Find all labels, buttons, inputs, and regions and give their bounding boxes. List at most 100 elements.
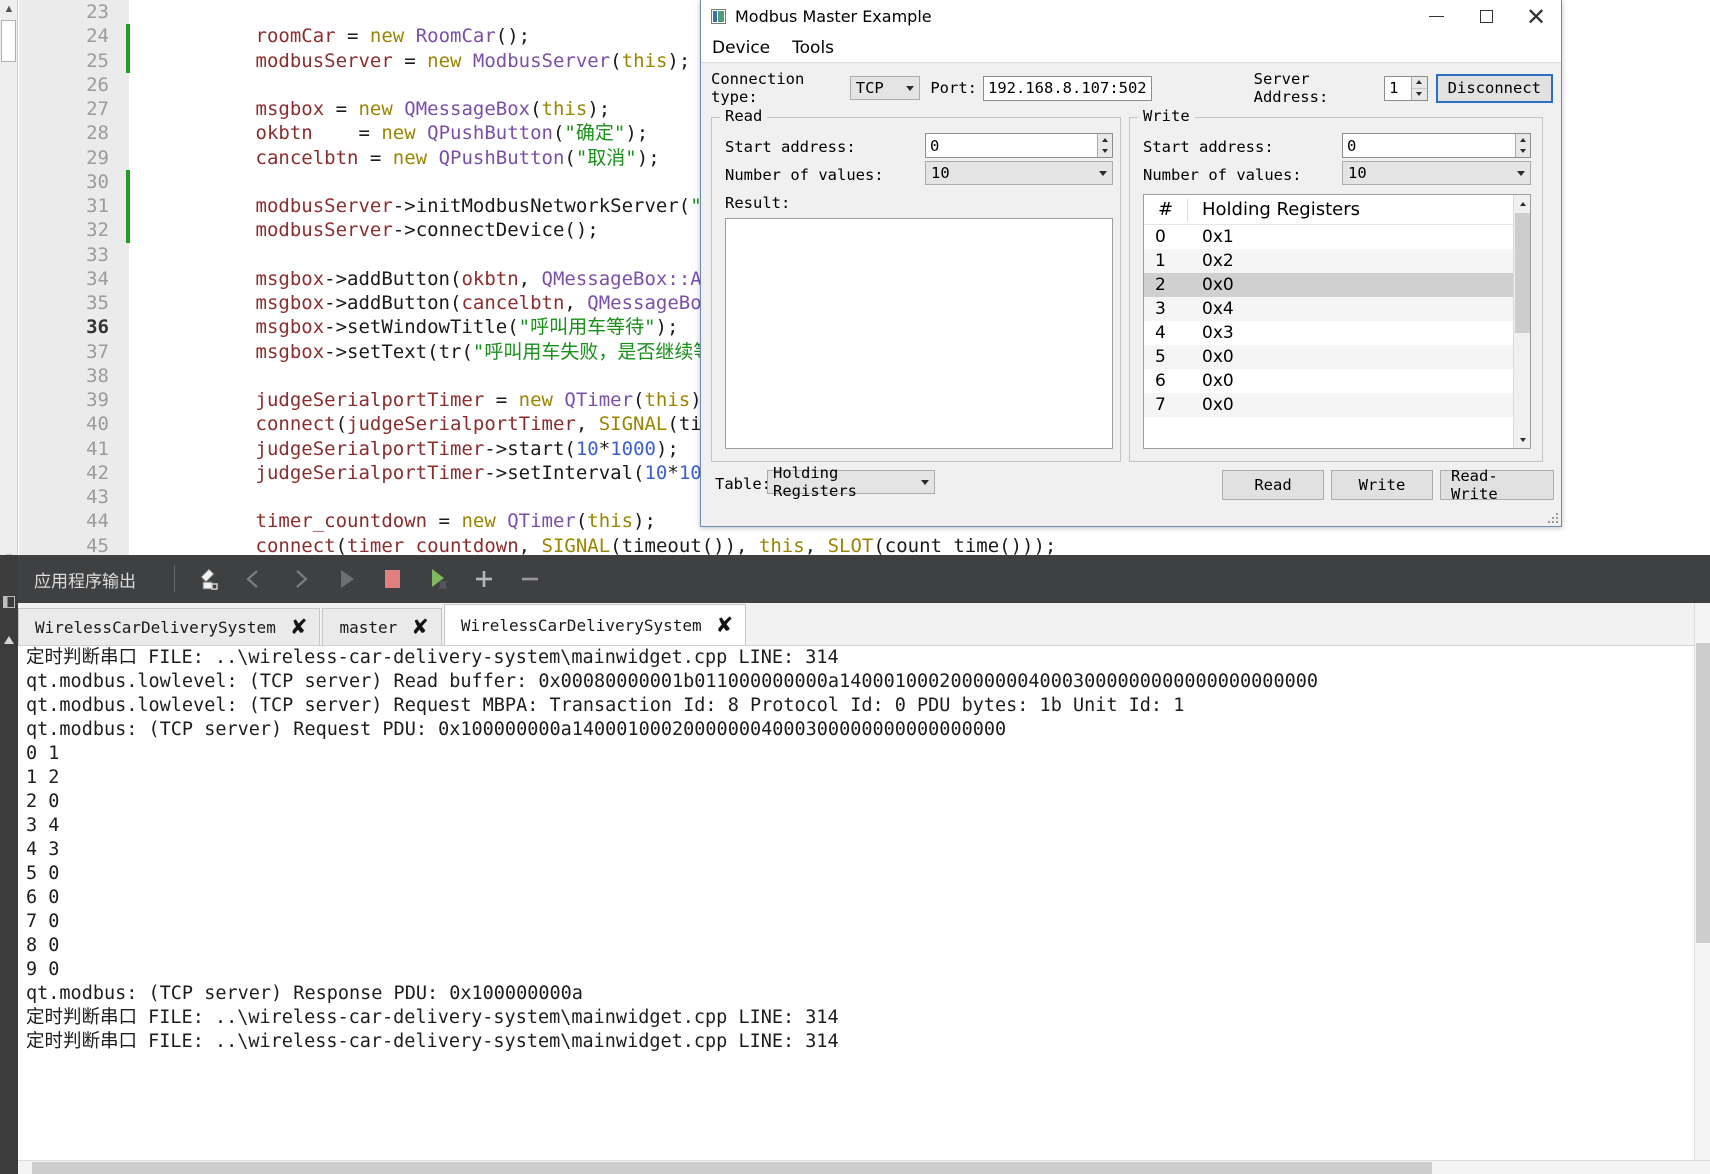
- modbus-master-dialog[interactable]: Modbus Master Example ✕ Device Tools Con…: [700, 0, 1562, 527]
- console-output[interactable]: 定时判断串口 FILE: ..\wireless-car-delivery-sy…: [18, 646, 1694, 1160]
- read-result-label: Result:: [725, 194, 791, 212]
- rail-scroll-up-icon[interactable]: [3, 633, 15, 645]
- table-row[interactable]: 0 0x1: [1144, 225, 1530, 249]
- stepper-up-icon[interactable]: [1097, 134, 1112, 146]
- zoom-in-icon[interactable]: [461, 559, 507, 599]
- output-vertical-scrollbar[interactable]: [1694, 603, 1710, 1160]
- stepper-up-icon[interactable]: [1410, 76, 1427, 89]
- version-change-marker: [126, 218, 130, 243]
- clear-output-icon[interactable]: [185, 559, 231, 599]
- next-item-icon[interactable]: [277, 559, 323, 599]
- output-tab-label: WirelessCarDeliverySystem: [35, 617, 276, 637]
- stop-icon[interactable]: [369, 559, 415, 599]
- registers-vertical-scrollbar[interactable]: [1513, 195, 1530, 448]
- table-select[interactable]: Holding Registers: [767, 464, 935, 500]
- minimize-button[interactable]: [1411, 0, 1461, 33]
- output-horizontal-scrollbar[interactable]: [18, 1160, 1710, 1174]
- close-icon[interactable]: ✘: [411, 616, 429, 638]
- editor-left-scrollbar[interactable]: ▲ ▼: [0, 0, 18, 583]
- resize-grip[interactable]: [1547, 512, 1559, 524]
- register-value[interactable]: 0x4: [1188, 299, 1234, 319]
- line-number: 23: [19, 0, 129, 25]
- server-address-stepper[interactable]: [1410, 76, 1427, 100]
- register-value[interactable]: 0x0: [1188, 347, 1234, 367]
- stepper-down-icon[interactable]: [1515, 145, 1530, 157]
- connection-type-select[interactable]: TCP: [849, 76, 921, 100]
- dialog-menubar[interactable]: Device Tools: [701, 33, 1561, 63]
- read-start-address-stepper[interactable]: [1097, 134, 1112, 157]
- server-address-spinbox[interactable]: 1: [1384, 75, 1428, 101]
- line-number: 29: [19, 145, 129, 170]
- read-start-address-label: Start address:: [725, 138, 856, 156]
- scroll-up-icon[interactable]: [1514, 195, 1530, 212]
- editor-scroll-thumb[interactable]: [1, 20, 16, 62]
- table-row[interactable]: 6 0x0: [1144, 369, 1530, 393]
- read-start-address-input[interactable]: 0: [925, 133, 1113, 158]
- stepper-down-icon[interactable]: [1097, 145, 1112, 157]
- output-tab[interactable]: WirelessCarDeliverySystem ✘: [443, 604, 747, 645]
- output-hscroll-thumb[interactable]: [32, 1162, 1432, 1174]
- line-number: 38: [19, 363, 129, 388]
- register-value[interactable]: 0x0: [1188, 275, 1234, 295]
- read-number-of-values-select[interactable]: 10: [925, 161, 1113, 185]
- menu-tools[interactable]: Tools: [789, 36, 837, 60]
- stepper-down-icon[interactable]: [1410, 88, 1427, 100]
- table-row[interactable]: 7 0x0: [1144, 393, 1530, 417]
- register-value[interactable]: 0x0: [1188, 371, 1234, 391]
- scroll-up-icon[interactable]: ▲: [2, 2, 16, 16]
- table-row[interactable]: 1 0x2: [1144, 249, 1530, 273]
- read-number-of-values-label: Number of values:: [725, 166, 884, 184]
- zoom-out-icon[interactable]: [507, 559, 553, 599]
- run-icon[interactable]: [323, 559, 369, 599]
- close-button[interactable]: ✕: [1511, 0, 1561, 33]
- read-result-box[interactable]: [725, 218, 1113, 449]
- register-value[interactable]: 0x3: [1188, 323, 1234, 343]
- menu-device[interactable]: Device: [709, 36, 773, 60]
- maximize-button[interactable]: [1461, 0, 1511, 33]
- holding-registers-table[interactable]: # Holding Registers 0 0x1 1 0x2 2 0x0 3 0x4 4 0x3…: [1143, 194, 1531, 449]
- line-number: 41: [19, 436, 129, 461]
- close-icon[interactable]: ✘: [290, 616, 308, 638]
- write-button[interactable]: Write: [1331, 470, 1433, 500]
- port-input[interactable]: 192.168.8.107:502: [983, 75, 1152, 101]
- register-value[interactable]: 0x1: [1188, 227, 1234, 247]
- table-rows[interactable]: 0 0x1 1 0x2 2 0x0 3 0x4 4 0x3 5 0x0 6 0x0 7 0x0: [1144, 225, 1530, 417]
- table-row[interactable]: 3 0x4: [1144, 297, 1530, 321]
- console-line: 7 0: [26, 911, 60, 932]
- previous-item-icon[interactable]: [231, 559, 277, 599]
- registers-scroll-thumb[interactable]: [1515, 213, 1530, 333]
- output-toolbar[interactable]: 应用程序输出: [18, 555, 1710, 603]
- line-number: 43: [19, 485, 129, 510]
- panel-icon[interactable]: [3, 595, 15, 608]
- table-row[interactable]: 2 0x0: [1144, 273, 1530, 297]
- read-write-button[interactable]: Read-Write: [1440, 467, 1554, 503]
- connection-type-label: Connection type:: [711, 70, 805, 106]
- output-vscroll-thumb[interactable]: [1696, 643, 1710, 943]
- read-start-address-value: 0: [930, 136, 940, 155]
- read-button[interactable]: Read: [1222, 470, 1324, 500]
- line-number: 35: [19, 291, 129, 316]
- table-row[interactable]: 5 0x0: [1144, 345, 1530, 369]
- output-tab[interactable]: WirelessCarDeliverySystem ✘: [18, 608, 321, 645]
- output-tab[interactable]: master ✘: [322, 608, 442, 645]
- register-value[interactable]: 0x2: [1188, 251, 1234, 271]
- close-icon[interactable]: ✘: [716, 614, 734, 636]
- disconnect-button[interactable]: Disconnect: [1435, 73, 1553, 103]
- write-number-of-values-select[interactable]: 10: [1342, 161, 1531, 185]
- scroll-down-icon[interactable]: [1514, 431, 1530, 448]
- line-number: 39: [19, 388, 129, 413]
- window-controls[interactable]: ✕: [1411, 0, 1561, 33]
- dialog-titlebar[interactable]: Modbus Master Example ✕: [701, 0, 1561, 33]
- write-number-of-values-value: 10: [1348, 164, 1367, 182]
- output-tabs[interactable]: WirelessCarDeliverySystem ✘ master ✘ Wireles…: [18, 603, 1710, 646]
- code-text: msgbox = new QMessageBox(this);: [255, 98, 611, 120]
- register-value[interactable]: 0x0: [1188, 395, 1234, 415]
- table-row[interactable]: 4 0x3: [1144, 321, 1530, 345]
- write-start-address-stepper[interactable]: [1515, 134, 1530, 157]
- debug-icon[interactable]: [415, 559, 461, 599]
- output-left-rail[interactable]: [0, 555, 18, 1174]
- write-start-address-input[interactable]: 0: [1342, 133, 1531, 158]
- code-text: judgeSerialportTimer = new QTimer(this);: [255, 389, 714, 411]
- output-pane-title: 应用程序输出: [34, 571, 136, 592]
- stepper-up-icon[interactable]: [1515, 134, 1530, 146]
